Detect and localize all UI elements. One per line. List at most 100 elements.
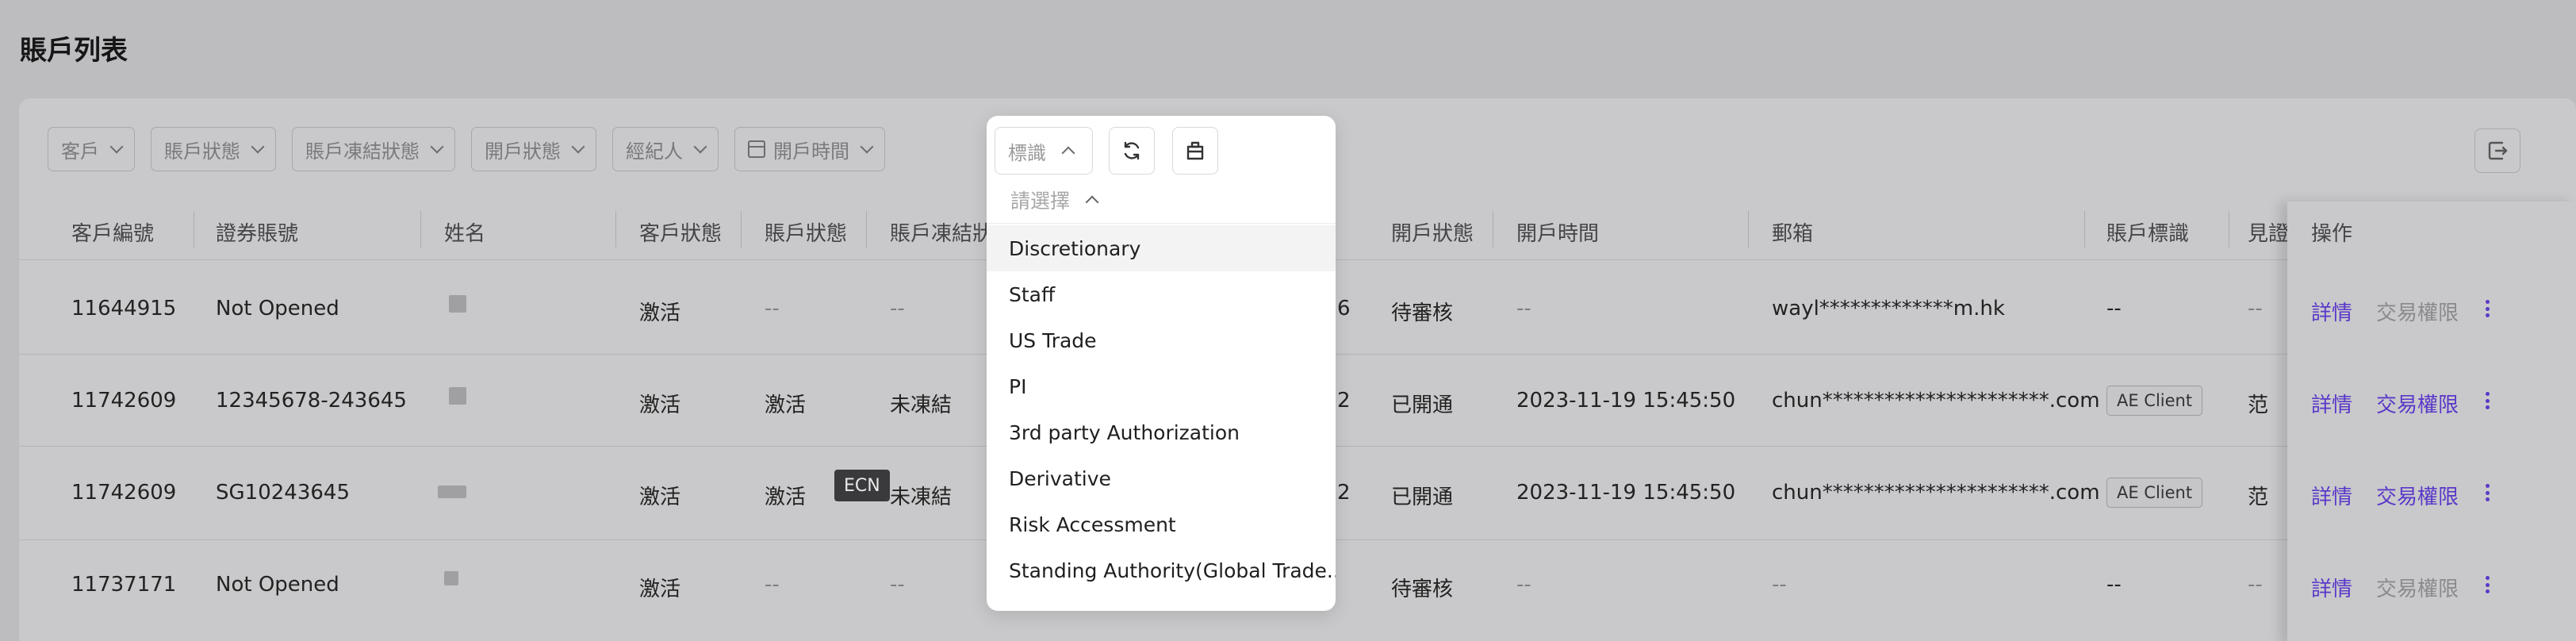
header-witness[interactable]: 見證: [2248, 217, 2289, 247]
more-icon[interactable]: [2486, 576, 2490, 593]
filter-bar: 客戶 賬戶狀態 賬戶凍結狀態 開戶狀態 經紀人 開戶時間: [48, 127, 885, 173]
cell-account-status: 激活: [765, 486, 807, 509]
option-us-trade[interactable]: US Trade: [987, 317, 1336, 363]
clear-icon: [1186, 141, 1204, 160]
detail-link[interactable]: 詳情: [2311, 297, 2352, 326]
trade-permission-link[interactable]: 交易權限: [2376, 297, 2459, 326]
cell-freeze-status: --: [890, 297, 905, 320]
clear-button[interactable]: [1172, 127, 1218, 175]
cell-account-status: 激活: [765, 393, 807, 417]
header-opening-time[interactable]: 開戶時間: [1516, 217, 1599, 247]
filter-label: 賬戶凍結狀態: [305, 140, 420, 163]
masked-name: [449, 295, 466, 313]
calendar-icon: [748, 140, 765, 158]
cell-opening-time: --: [1516, 297, 1531, 320]
header-client-no[interactable]: 客戶編號: [71, 217, 154, 247]
detail-link[interactable]: 詳情: [2311, 389, 2352, 418]
detail-link[interactable]: 詳情: [2311, 481, 2352, 510]
cell-email: chun**********************.com: [1772, 389, 2100, 413]
cell-securities-account: Not Opened: [216, 573, 339, 597]
cell-client-no: 11742609: [71, 389, 177, 413]
cell-opening-status: 已開通: [1391, 486, 1454, 509]
filter-account-status[interactable]: 賬戶狀態: [151, 127, 276, 171]
dropdown-options: Discretionary Staff US Trade PI 3rd part…: [987, 225, 1336, 593]
chevron-up-icon: [1061, 146, 1075, 160]
option-risk-accessment[interactable]: Risk Accessment: [987, 501, 1336, 547]
export-icon: [2488, 141, 2508, 160]
column-divider: [1748, 211, 1749, 248]
header-account-status[interactable]: 賬戶狀態: [765, 217, 847, 247]
cell-opening-status: 已開通: [1391, 393, 1454, 417]
cell-freeze-status: 未凍結: [890, 393, 953, 417]
cell-email: wayl*************m.hk: [1772, 297, 2005, 320]
cell-witness: 范: [2248, 393, 2269, 417]
chevron-down-icon: [860, 140, 874, 154]
option-pi[interactable]: PI: [987, 363, 1336, 409]
header-securities-account[interactable]: 證券賬號: [216, 217, 298, 247]
cell-witness: --: [2248, 573, 2263, 597]
more-icon[interactable]: [2486, 392, 2490, 409]
page-title: 賬戶列表: [20, 35, 128, 67]
cell-freeze-status: 未凍結: [890, 486, 953, 509]
header-client-status[interactable]: 客戶狀態: [639, 217, 722, 247]
tooltip: ECN: [834, 470, 890, 501]
more-icon[interactable]: [2486, 484, 2490, 501]
column-divider: [420, 211, 421, 248]
refresh-icon: [1124, 141, 1140, 160]
filter-opening-status[interactable]: 開戶狀態: [471, 127, 596, 171]
filter-label: 經紀人: [626, 140, 683, 163]
option-staff[interactable]: Staff: [987, 271, 1336, 317]
column-divider: [2084, 211, 2085, 248]
header-email[interactable]: 郵箱: [1772, 217, 1813, 247]
cell-email: chun**********************.com: [1772, 481, 2100, 505]
chevron-up-icon: [1085, 195, 1099, 209]
trade-permission-link[interactable]: 交易權限: [2376, 389, 2459, 418]
cell-partial: 2: [1337, 481, 1351, 505]
cell-opening-time: 2023-11-19 15:45:50: [1516, 481, 1736, 505]
cell-opening-status: 待審核: [1391, 578, 1454, 601]
cell-client-no: 11742609: [71, 481, 177, 505]
chevron-down-icon: [693, 140, 707, 154]
cell-account-status: --: [765, 573, 780, 597]
option-derivative[interactable]: Derivative: [987, 455, 1336, 501]
filter-client[interactable]: 客戶: [48, 127, 135, 171]
tag-select[interactable]: 標識: [995, 127, 1093, 175]
detail-link[interactable]: 詳情: [2311, 573, 2352, 602]
filter-broker[interactable]: 經紀人: [612, 127, 719, 171]
option-3rd-party-authorization[interactable]: 3rd party Authorization: [987, 409, 1336, 455]
trade-permission-link[interactable]: 交易權限: [2376, 481, 2459, 510]
filter-freeze-status[interactable]: 賬戶凍結狀態: [292, 127, 455, 171]
cell-witness: --: [2248, 297, 2263, 320]
refresh-button[interactable]: [1109, 127, 1155, 175]
option-discretionary[interactable]: Discretionary: [987, 225, 1336, 271]
trade-permission-link[interactable]: 交易權限: [2376, 573, 2459, 602]
cell-securities-account: 12345678-243645: [216, 389, 407, 413]
masked-name: [449, 387, 466, 405]
masked-name: [438, 486, 466, 498]
header-opening-status[interactable]: 開戶狀態: [1391, 217, 1474, 247]
header-freeze-status[interactable]: 賬戶凍結狀: [890, 217, 993, 247]
tag-filter-popup: 標識 請選擇 Discretionary Staff US Trade PI 3…: [987, 116, 1336, 611]
filter-opening-time[interactable]: 開戶時間: [734, 127, 885, 171]
column-divider: [866, 211, 867, 248]
header-name[interactable]: 姓名: [444, 217, 485, 247]
cell-freeze-status: --: [890, 573, 905, 597]
cell-client-no: 11737171: [71, 573, 177, 597]
cell-securities-account: SG10243645: [216, 481, 350, 505]
cell-account-tag: --: [2106, 297, 2122, 320]
header-account-tag[interactable]: 賬戶標識: [2106, 217, 2189, 247]
account-tag-badge: AE Client: [2106, 386, 2203, 416]
more-icon[interactable]: [2486, 300, 2490, 317]
cell-opening-time: 2023-11-19 15:45:50: [1516, 389, 1736, 413]
option-standing-authority[interactable]: Standing Authority(Global Trade...: [987, 547, 1336, 593]
cell-partial: 6: [1337, 297, 1351, 320]
cell-client-no: 11644915: [71, 297, 177, 320]
chevron-down-icon: [430, 140, 444, 154]
export-button[interactable]: [2474, 129, 2520, 173]
chevron-down-icon: [571, 140, 585, 154]
filter-label: 賬戶狀態: [164, 140, 240, 163]
account-tag-badge: AE Client: [2106, 478, 2203, 508]
cell-email: --: [1772, 573, 1787, 597]
dropdown-search[interactable]: 請選擇: [987, 176, 1336, 224]
cell-witness: 范: [2248, 486, 2269, 509]
